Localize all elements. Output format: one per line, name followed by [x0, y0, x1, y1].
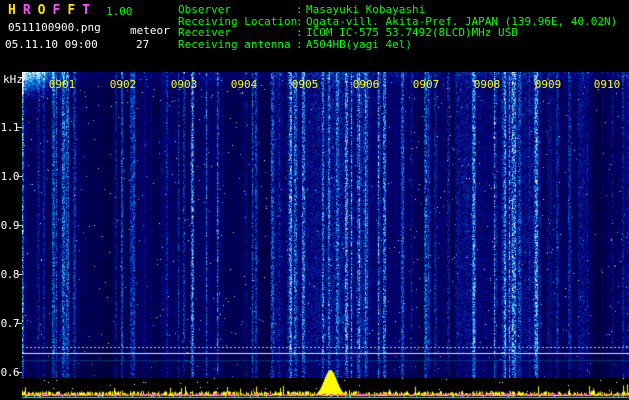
- freq-tick: [17, 323, 22, 324]
- observer-info-block: Observer : Masayuki Kobayashi Receiving …: [178, 4, 617, 50]
- logo-letter: H: [8, 3, 16, 18]
- mode-label: meteor: [130, 24, 170, 37]
- freq-tick: [17, 176, 22, 177]
- logo-letter: O: [37, 3, 46, 18]
- time-label: 0910: [593, 78, 621, 91]
- hrofft-output: HROFFT 1.00 0511100900.png meteor 05.11.…: [0, 0, 629, 400]
- info-label: Receiving antenna: [178, 37, 291, 51]
- time-label: 0901: [48, 78, 76, 91]
- freq-unit-label: kHz: [3, 73, 23, 86]
- freq-tick: [17, 225, 22, 226]
- freq-tick: [17, 274, 22, 275]
- logo-letter: R: [22, 3, 31, 18]
- time-label: 0906: [352, 78, 380, 91]
- info-label: Receiver: [178, 26, 231, 39]
- spectrogram-canvas: [22, 72, 629, 378]
- info-value: Masayuki Kobayashi: [306, 3, 426, 16]
- time-label: 0905: [291, 78, 319, 91]
- time-label: 0907: [412, 78, 440, 91]
- info-separator: :: [296, 26, 303, 39]
- info-value: A504HB(yagi 4el): [306, 37, 412, 51]
- time-label: 0909: [534, 78, 562, 91]
- logo-letter: T: [82, 3, 90, 18]
- freq-tick: [17, 372, 22, 373]
- freq-tick: [17, 127, 22, 128]
- info-separator: :: [296, 3, 303, 16]
- time-label: 0908: [473, 78, 501, 91]
- info-label: Observer: [178, 3, 231, 16]
- time-label: 0904: [230, 78, 258, 91]
- info-row-observer: Observer : Masayuki Kobayashi: [178, 4, 617, 16]
- info-separator: :: [296, 37, 303, 51]
- signal-level-canvas: [22, 370, 629, 400]
- record-datetime: 05.11.10 09:00: [5, 38, 98, 51]
- logo-letter: F: [52, 3, 61, 18]
- time-label: 0903: [170, 78, 198, 91]
- time-label: 0902: [109, 78, 137, 91]
- app-version-label: 1.00: [106, 5, 133, 18]
- info-value: ICOM IC-575 53.7492(8LCD)MHz USB: [306, 26, 518, 39]
- app-logo: HROFFT: [8, 3, 97, 18]
- echo-count: 27: [136, 38, 150, 51]
- logo-letter: F: [67, 3, 76, 18]
- info-row-receiver: Receiver : ICOM IC-575 53.7492(8LCD)MHz …: [178, 27, 617, 39]
- output-filename: 0511100900.png: [8, 21, 101, 34]
- info-row-antenna: Receiving antenna : A504HB(yagi 4el): [178, 37, 617, 51]
